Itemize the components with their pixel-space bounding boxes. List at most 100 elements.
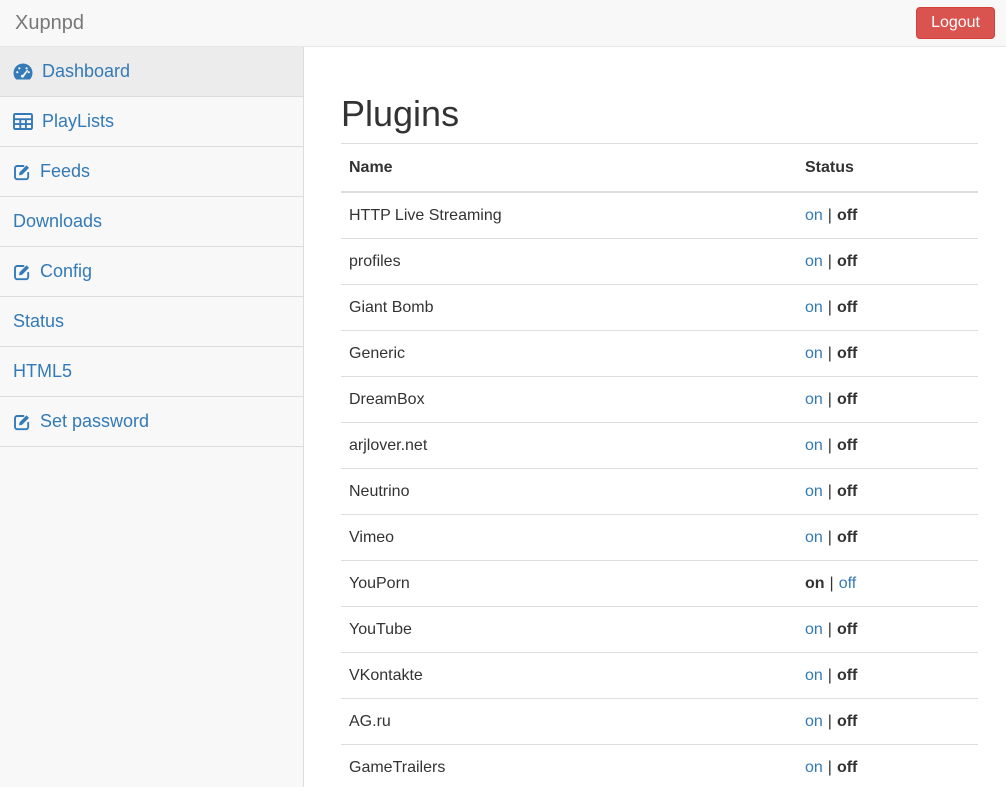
sidebar-item-downloads[interactable]: Downloads [0,197,303,247]
table-row: YouPorn on | off [341,560,978,607]
status-separator: | [827,482,832,500]
status-off-toggle: off [836,298,858,316]
plugin-status: on | off [797,514,978,561]
sidebar-item-label: HTML5 [13,361,73,381]
table-row: VKontakte on | off [341,652,978,699]
plugin-name: AG.ru [341,698,797,745]
status-separator: | [827,390,832,408]
top-navbar: Xupnpd Logout [0,0,1006,47]
status-separator: | [827,666,832,684]
column-header-status: Status [797,143,978,193]
plugin-status: on | off [797,238,978,285]
status-on-toggle[interactable]: on [805,391,823,408]
plugin-name: YouTube [341,606,797,653]
status-off-toggle: off [836,666,858,684]
status-on-toggle[interactable]: on [805,253,823,270]
status-separator: | [827,436,832,454]
table-row: Generic on | off [341,330,978,377]
status-separator: | [827,528,832,546]
plugin-status: on | off [797,330,978,377]
status-on-toggle[interactable]: on [805,299,823,316]
sidebar-item-config[interactable]: Config [0,247,303,297]
status-on-toggle[interactable]: on [805,437,823,454]
status-off-toggle: off [836,758,858,776]
table-row: Neutrino on | off [341,468,978,515]
sidebar-item-label: Feeds [40,161,91,181]
edit-icon [13,413,31,431]
status-off-toggle[interactable]: off [839,575,857,592]
table-row: arjlover.net on | off [341,422,978,469]
plugin-name: DreamBox [341,376,797,423]
sidebar-item-label: Status [13,311,65,331]
sidebar-item-label: Config [40,261,93,281]
plugin-name: arjlover.net [341,422,797,469]
sidebar-item-label: Downloads [13,211,103,231]
plugin-name: YouPorn [341,560,797,607]
status-off-toggle: off [836,620,858,638]
status-off-toggle: off [836,712,858,730]
plugin-status: on | off [797,606,978,653]
status-separator: | [827,758,832,776]
page-title: Plugins [341,93,460,134]
sidebar-item-set-password[interactable]: Set password [0,397,303,447]
status-off-toggle: off [836,436,858,454]
plugin-name: HTTP Live Streaming [341,191,797,239]
sidebar-item-status[interactable]: Status [0,297,303,347]
table-header-row: Name Status [341,143,978,193]
sidebar-item-label: PlayLists [42,111,115,131]
plugin-status: on | off [797,468,978,515]
sidebar: Dashboard PlayLists Feeds Downloads Conf… [0,47,304,787]
table-icon [13,113,33,130]
status-on-toggle[interactable]: on [805,713,823,730]
status-separator: | [827,344,832,362]
plugin-name: Neutrino [341,468,797,515]
table-row: HTTP Live Streaming on | off [341,191,978,239]
plugin-name: Generic [341,330,797,377]
plugin-name: profiles [341,238,797,285]
sidebar-item-label: Set password [40,411,150,431]
table-row: DreamBox on | off [341,376,978,423]
plugin-status: on | off [797,191,978,239]
plugin-status: on | off [797,422,978,469]
plugins-table: Name Status HTTP Live Streaming on | off p… [341,142,978,787]
plugin-status: on | off [797,744,978,787]
sidebar-item-feeds[interactable]: Feeds [0,147,303,197]
column-header-name: Name [341,143,797,193]
plugin-status: on | off [797,652,978,699]
sidebar-item-dashboard[interactable]: Dashboard [0,47,303,97]
status-on-toggle[interactable]: on [805,759,823,776]
plugin-status: on | off [797,560,978,607]
status-on-toggle[interactable]: on [805,207,823,224]
status-on-toggle[interactable]: on [805,667,823,684]
status-separator: | [827,252,832,270]
table-row: profiles on | off [341,238,978,285]
status-on-toggle[interactable]: on [805,529,823,546]
edit-icon [13,163,31,181]
status-separator: | [827,298,832,316]
status-off-toggle: off [836,252,858,270]
plugin-name: Giant Bomb [341,284,797,331]
sidebar-item-playlists[interactable]: PlayLists [0,97,303,147]
main-content: Plugins Name Status HTTP Live Streaming … [304,47,1006,787]
table-row: GameTrailers on | off [341,744,978,787]
status-off-toggle: off [836,390,858,408]
logout-button[interactable]: Logout [916,7,995,39]
status-off-toggle: off [836,344,858,362]
status-on-toggle[interactable]: on [805,483,823,500]
plugin-name: VKontakte [341,652,797,699]
sidebar-item-html5[interactable]: HTML5 [0,347,303,397]
plugin-status: on | off [797,376,978,423]
status-on-toggle[interactable]: on [805,621,823,638]
status-separator: | [827,620,832,638]
status-off-toggle: off [836,528,858,546]
plugin-name: Vimeo [341,514,797,561]
status-on-toggle: on [805,574,825,592]
table-row: YouTube on | off [341,606,978,653]
dashboard-icon [13,63,33,80]
status-on-toggle[interactable]: on [805,345,823,362]
status-off-toggle: off [836,206,858,224]
status-separator: | [827,712,832,730]
status-off-toggle: off [836,482,858,500]
table-row: AG.ru on | off [341,698,978,745]
plugin-status: on | off [797,284,978,331]
